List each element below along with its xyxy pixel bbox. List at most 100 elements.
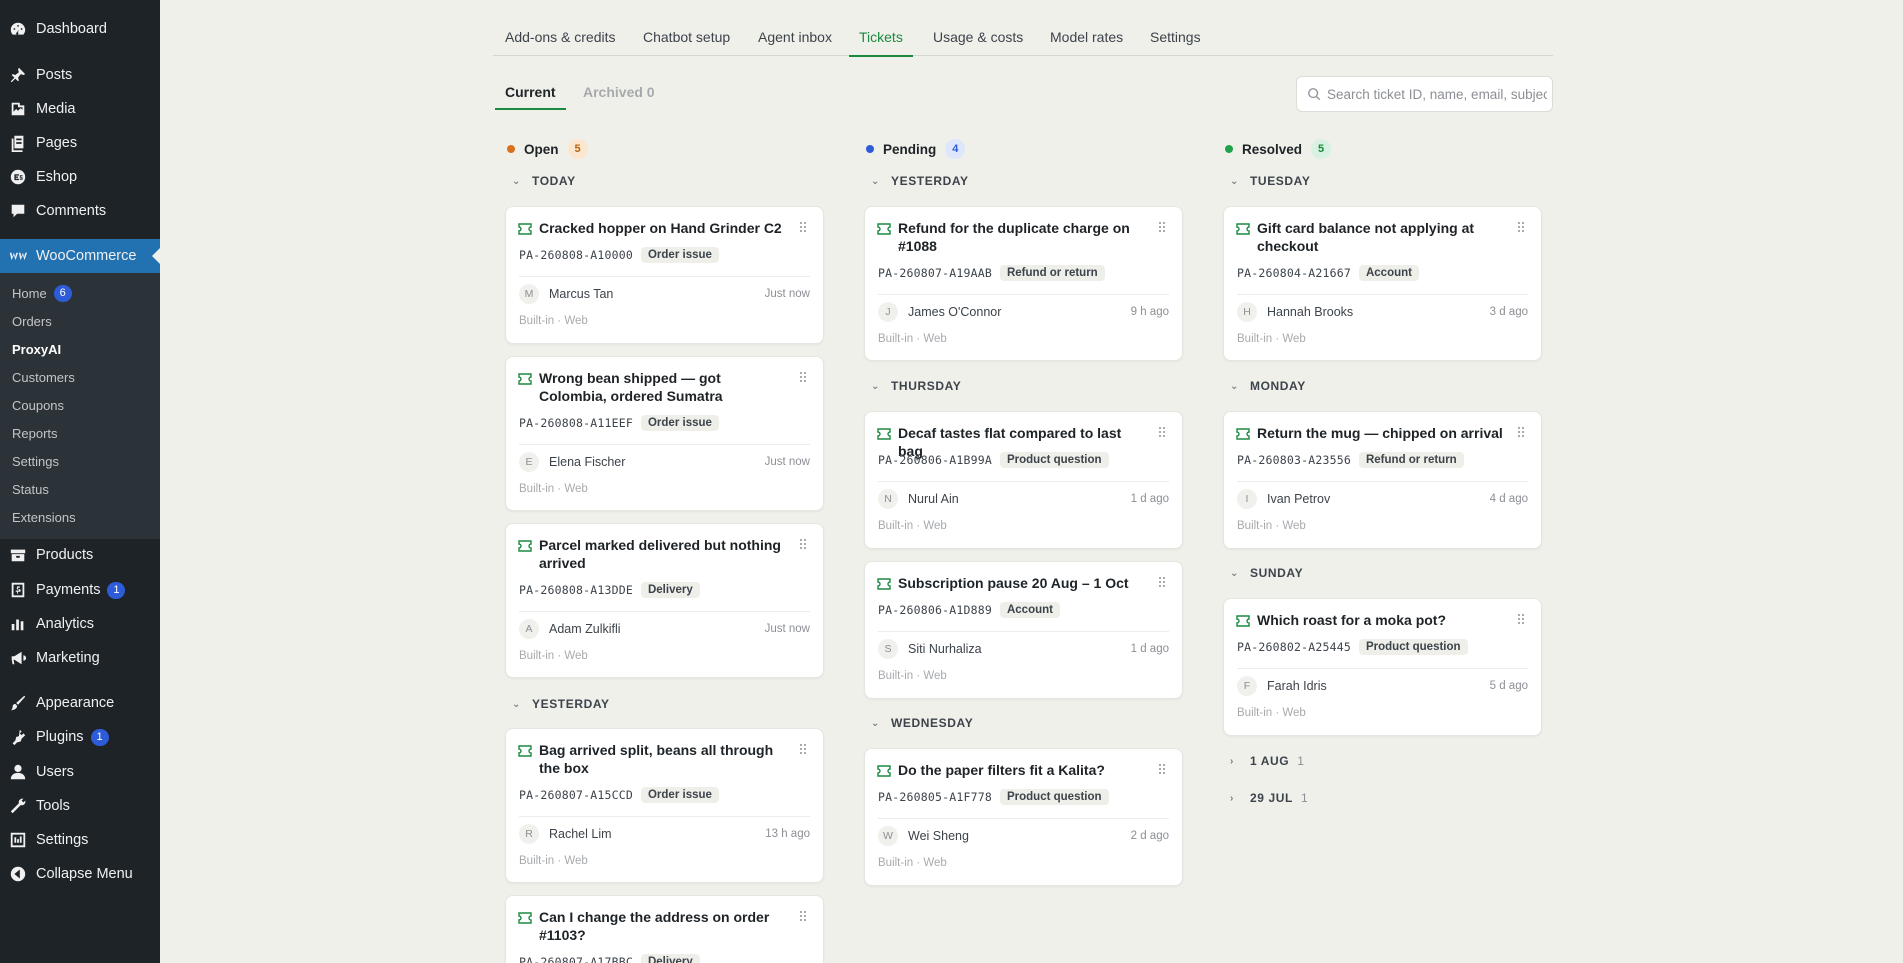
tab-settings[interactable]: Settings [1150,18,1201,56]
customer-name: James O'Connor [908,305,1002,319]
menu-woocommerce[interactable]: WooCommerce [0,239,160,273]
menu-pages[interactable]: Pages [0,126,160,160]
tab-agent-inbox[interactable]: Agent inbox [758,18,832,56]
submenu-home[interactable]: Home 6 [12,283,72,303]
submenu-proxyai[interactable]: ProxyAI [12,339,61,359]
group-yesterday[interactable]: ⌄ YESTERDAY [512,695,610,713]
menu-settings[interactable]: Settings [0,823,160,857]
ticket-card[interactable]: Gift card balance not applying at checko… [1223,206,1542,361]
tab-archived[interactable]: Archived 0 [583,74,655,110]
group-1-aug[interactable]: › 1 AUG 1 [1230,752,1304,770]
drag-handle-icon[interactable] [1517,613,1525,625]
menu-plugins[interactable]: Plugins 1 [0,720,160,754]
tab-chatbot-setup[interactable]: Chatbot setup [643,18,730,56]
group-tuesday[interactable]: ⌄ TUESDAY [1230,172,1310,190]
drag-handle-icon[interactable] [799,910,807,922]
drag-handle-icon[interactable] [799,371,807,383]
ticket-view-tabs: Current Archived 0 [493,74,673,110]
group-sunday[interactable]: ⌄ SUNDAY [1230,564,1303,582]
tab-tickets[interactable]: Tickets [849,18,913,57]
divider [519,611,810,612]
drag-handle-icon[interactable] [1158,763,1166,775]
submenu-label: Reports [12,425,58,441]
ticket-card[interactable]: Which roast for a moka pot? PA-260802-A2… [1223,598,1542,736]
menu-tools[interactable]: Tools [0,789,160,823]
submenu-coupons[interactable]: Coupons [12,395,64,415]
menu-analytics[interactable]: Analytics [0,607,160,641]
drag-handle-icon[interactable] [1517,426,1525,438]
submenu-reports[interactable]: Reports [12,423,58,443]
menu-comments[interactable]: Comments [0,194,160,228]
menu-payments[interactable]: Payments 1 [0,573,160,607]
ticket-source: Built-in · Web [1237,707,1306,719]
group-label: THURSDAY [891,379,962,393]
wrench-icon [0,797,36,815]
ticket-id: PA-260805-A1F778 [878,790,992,804]
menu-media[interactable]: Media [0,92,160,126]
admin-sidebar: Dashboard Posts Media Pages Eshop Commen… [0,0,160,963]
ticket-card[interactable]: Decaf tastes flat compared to last bag P… [864,411,1183,549]
drag-handle-icon[interactable] [799,538,807,550]
ticket-card[interactable]: Do the paper filters fit a Kalita? PA-26… [864,748,1183,886]
ticket-card[interactable]: Cracked hopper on Hand Grinder C2 PA-260… [505,206,824,344]
menu-marketing[interactable]: Marketing [0,641,160,675]
menu-products[interactable]: Products [0,538,160,572]
ticket-card[interactable]: Return the mug — chipped on arrival PA-2… [1223,411,1542,549]
submenu-label: Status [12,481,49,497]
menu-users[interactable]: Users [0,755,160,789]
drag-handle-icon[interactable] [1158,576,1166,588]
ticket-id: PA-260807-A17BBC [519,955,633,963]
ticket-card[interactable]: Parcel marked delivered but nothing arri… [505,523,824,678]
ticket-customer: F Farah Idris 5 d ago [1237,676,1528,696]
submenu-customers[interactable]: Customers [12,367,75,387]
menu-posts[interactable]: Posts [0,58,160,92]
column-count: 4 [945,139,966,159]
group-label: TUESDAY [1250,174,1311,188]
drag-handle-icon[interactable] [799,221,807,233]
menu-dashboard[interactable]: Dashboard [0,12,160,46]
tab-usage-costs[interactable]: Usage & costs [933,18,1023,56]
ticket-card[interactable]: Refund for the duplicate charge on #1088… [864,206,1183,361]
tab-model-rates[interactable]: Model rates [1050,18,1123,56]
chevron-down-icon: ⌄ [1230,380,1239,392]
drag-handle-icon[interactable] [1158,221,1166,233]
ticket-card[interactable]: Subscription pause 20 Aug – 1 Oct PA-260… [864,561,1183,699]
collapse-menu-button[interactable]: Collapse Menu [0,857,160,891]
avatar: J [878,302,898,322]
ticket-card[interactable]: Bag arrived split, beans all through the… [505,728,824,883]
submenu-settings[interactable]: Settings [12,451,59,471]
drag-handle-icon[interactable] [799,743,807,755]
avatar: R [519,824,539,844]
tab-addons[interactable]: Add-ons & credits [505,18,616,56]
ticket-card[interactable]: Wrong bean shipped — got Colombia, order… [505,356,824,511]
ticket-id: PA-260808-A11EEF [519,416,633,430]
ticket-title: Can I change the address on order #1103? [539,909,770,943]
drag-handle-icon[interactable] [1158,426,1166,438]
search-icon [1308,88,1321,101]
menu-appearance[interactable]: Appearance [0,686,160,720]
submenu-label: Settings [12,453,59,469]
ticket-customer: N Nurul Ain 1 d ago [878,489,1169,509]
group-29-jul[interactable]: › 29 JUL 1 [1230,789,1308,807]
search-input[interactable] [1327,86,1547,102]
submenu-orders[interactable]: Orders [12,311,52,331]
customer-name: Elena Fischer [549,455,626,469]
group-thursday[interactable]: ⌄ THURSDAY [871,377,961,395]
ticket-card[interactable]: Can I change the address on order #1103?… [505,895,824,963]
ticket-tag: Delivery [640,954,700,963]
menu-eshop[interactable]: Eshop [0,160,160,194]
ticket-time: 4 d ago [1489,493,1528,505]
group-wednesday[interactable]: ⌄ WEDNESDAY [871,714,973,732]
ticket-tag: Refund or return [1358,452,1464,468]
ticket-icon [518,745,532,757]
group-yesterday[interactable]: ⌄ YESTERDAY [871,172,969,190]
drag-handle-icon[interactable] [1517,221,1525,233]
ticket-customer: A Adam Zulkifli Just now [519,619,810,639]
tab-current[interactable]: Current [495,74,566,110]
group-monday[interactable]: ⌄ MONDAY [1230,377,1306,395]
menu-label: Payments [36,582,101,598]
group-today[interactable]: ⌄ TODAY [512,172,576,190]
submenu-extensions[interactable]: Extensions [12,507,76,527]
submenu-status[interactable]: Status [12,479,49,499]
menu-label: Eshop [36,169,78,185]
